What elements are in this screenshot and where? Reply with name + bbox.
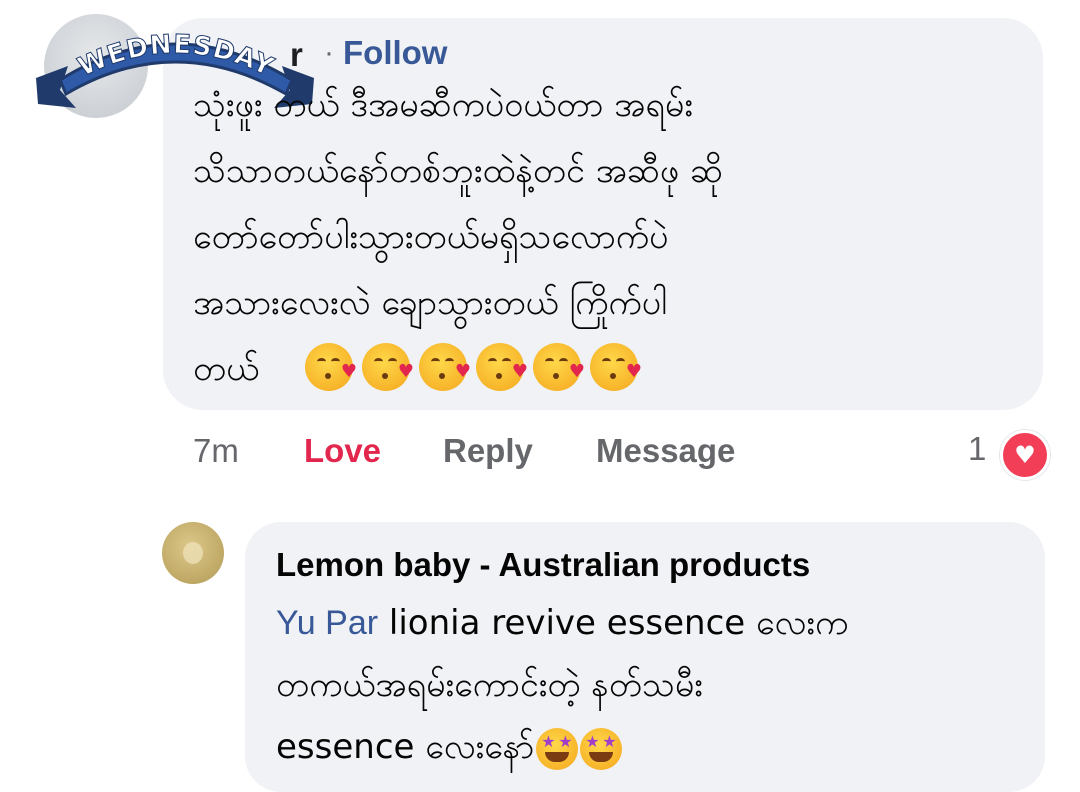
kiss-emoji-icon: ♥: [533, 343, 585, 391]
kiss-emoji-icon: ♥: [362, 343, 414, 391]
star-struck-emoji-icon: ★ ★: [536, 727, 579, 770]
heart-icon[interactable]: ♥: [1000, 430, 1050, 480]
kiss-emoji-icon: ♥: [590, 343, 642, 391]
comment-text-line: တော်တော်ပါးသွားတယ်မရှိသလောက်ပဲ: [193, 217, 669, 257]
replier-avatar[interactable]: [162, 522, 224, 584]
reply-text-line: essence လေးနော် ★ ★ ★ ★: [276, 724, 623, 775]
separator-dot: ·: [324, 36, 334, 69]
reply-text-line: တကယ်အရမ်းကောင်းတဲ့ နတ်သမီး: [276, 665, 703, 705]
kiss-emoji-icon: ♥: [305, 343, 357, 391]
comment-text-line: သုံးဖူး တယ် ဒီအမဆီကပဲဝယ်တာ အရမ်း: [193, 85, 693, 125]
reply-text-line: Yu Par lionia revive essence လေးက: [276, 600, 848, 651]
love-button[interactable]: Love: [304, 432, 381, 470]
mention-link[interactable]: Yu Par: [276, 604, 378, 642]
reaction-count[interactable]: 1: [968, 430, 986, 468]
star-struck-emoji-icon: ★ ★: [580, 727, 623, 770]
kiss-emoji-row: ♥ ♥ ♥ ♥ ♥ ♥: [305, 343, 647, 391]
reply-text-segment: essence လေးနော်: [276, 727, 535, 767]
message-button[interactable]: Message: [596, 432, 735, 470]
replier-name[interactable]: Lemon baby - Australian products: [276, 546, 810, 584]
comment-text-line: တယ်: [193, 349, 260, 389]
author-name[interactable]: r: [290, 36, 303, 74]
kiss-emoji-icon: ♥: [419, 343, 471, 391]
kiss-emoji-icon: ♥: [476, 343, 528, 391]
comment-text-line: အသားလေးလဲ ချောသွားတယ် ကြိုက်ပါ: [193, 283, 667, 323]
reply-button[interactable]: Reply: [443, 432, 533, 470]
comment-text-line: သိသာတယ်နော်တစ်ဘူးထဲနဲ့တင် အဆီဖု ဆို: [193, 151, 723, 191]
reply-text-segment: lionia revive essence လေးက: [378, 603, 849, 643]
comment-timestamp[interactable]: 7m: [193, 432, 239, 470]
follow-link[interactable]: Follow: [343, 34, 447, 72]
